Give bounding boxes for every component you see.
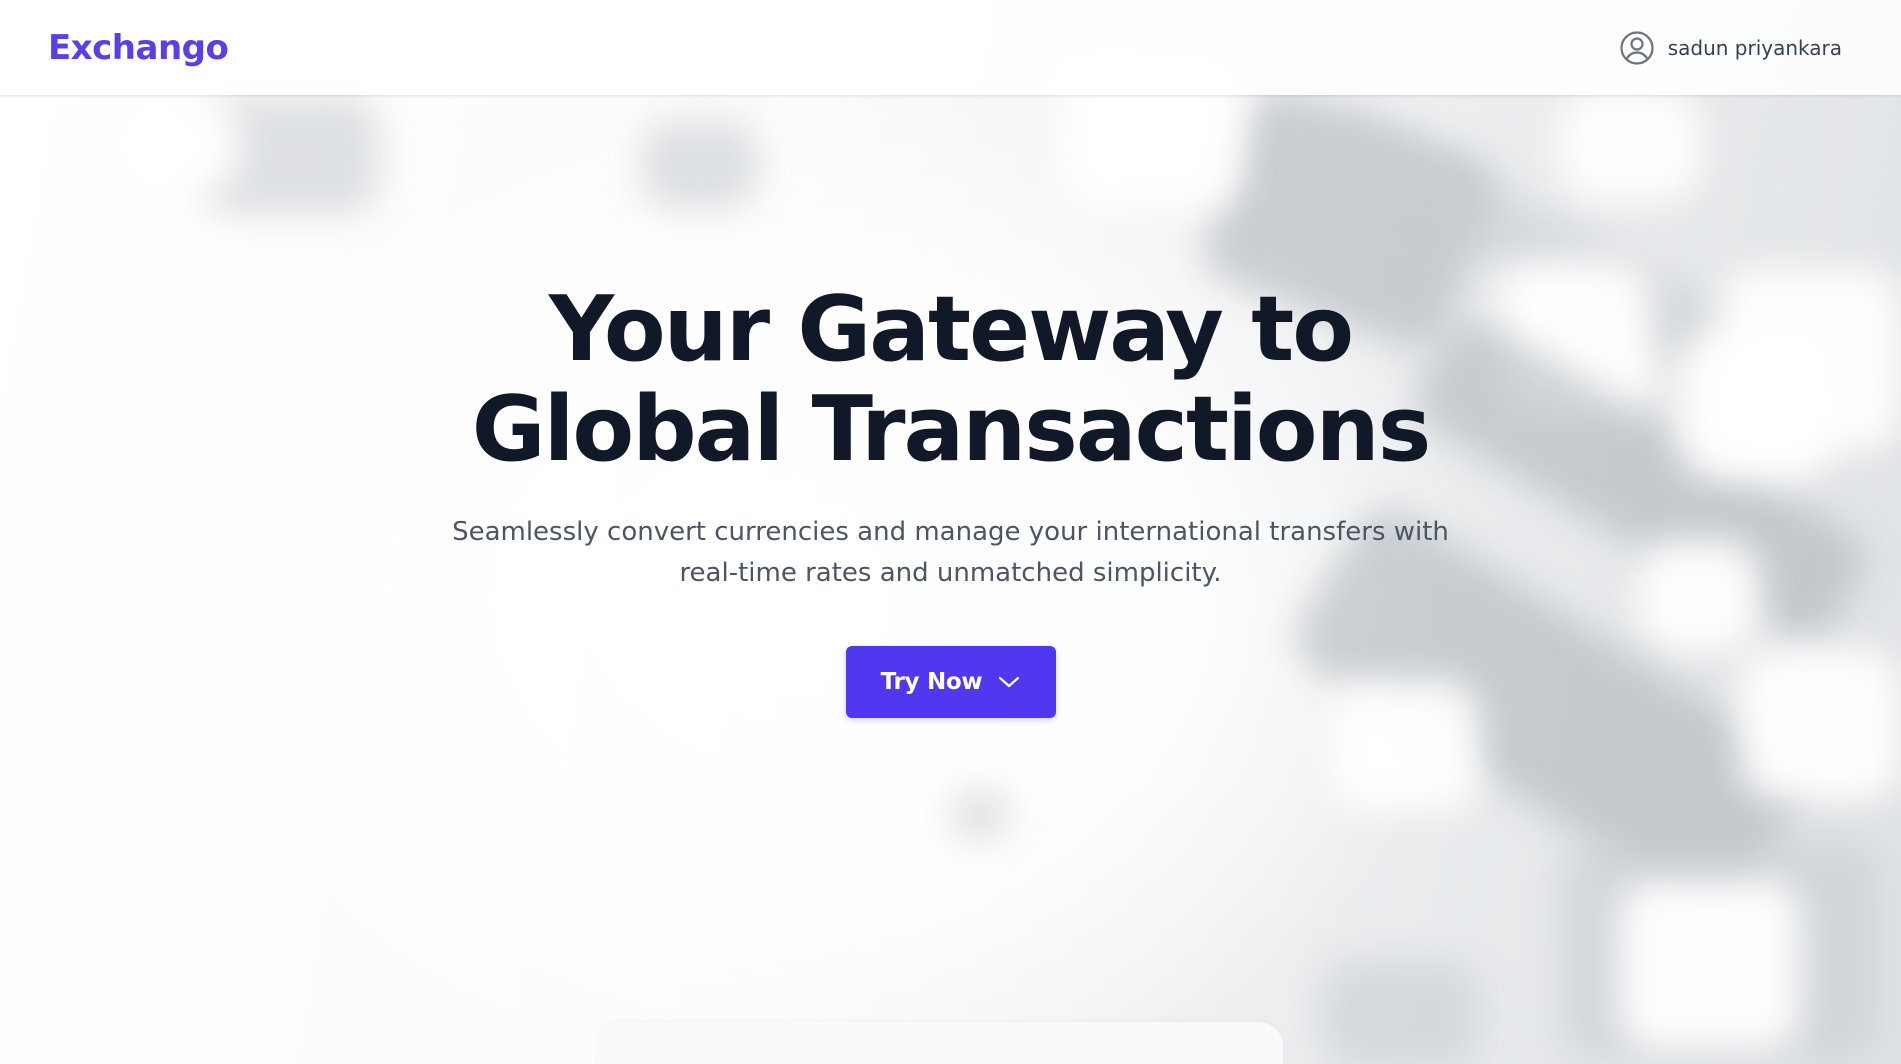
landing-page: Exchango sadun priyankara Your Gateway t…	[0, 0, 1901, 1064]
hero-subtitle-line-2: real-time rates and unmatched simplicity…	[679, 558, 1222, 588]
user-menu[interactable]: sadun priyankara	[1620, 30, 1842, 65]
hero-title-line-2: Global Transactions	[471, 377, 1432, 482]
top-nav: Exchango sadun priyankara	[0, 0, 1901, 95]
brand-logo[interactable]: Exchango	[48, 28, 229, 68]
hero-title-line-1: Your Gateway to	[548, 277, 1354, 382]
try-now-label: Try Now	[880, 669, 983, 695]
hero-title: Your Gateway to Global Transactions	[0, 280, 1901, 480]
hero-section: Your Gateway to Global Transactions Seam…	[0, 280, 1901, 718]
chevron-down-icon	[998, 675, 1020, 689]
converter-card	[598, 1022, 1283, 1064]
user-name: sadun priyankara	[1667, 35, 1842, 60]
hero-subtitle: Seamlessly convert currencies and manage…	[451, 512, 1451, 594]
user-circle-icon	[1620, 30, 1654, 65]
try-now-button[interactable]: Try Now	[845, 646, 1056, 718]
hero-subtitle-line-1: Seamlessly convert currencies and manage…	[452, 517, 1449, 547]
